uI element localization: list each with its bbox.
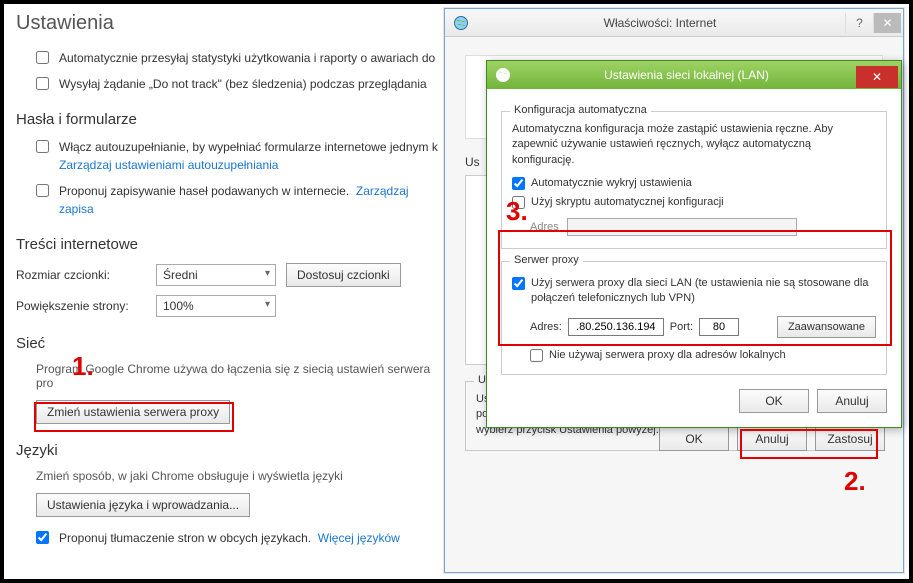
bypass-local-label: Nie używaj serwera proxy dla adresów lok… <box>549 348 786 363</box>
chrome-settings-panel: Ustawienia Automatycznie przesyłaj staty… <box>16 12 446 555</box>
proxy-group-legend: Serwer proxy <box>510 254 583 266</box>
use-script-label: Użyj skryptu automatycznej konfiguracji <box>531 195 724 210</box>
offer-translate-checkbox[interactable] <box>36 531 49 544</box>
script-address-input <box>567 218 797 236</box>
language-settings-button[interactable]: Ustawienia języka i wprowadzania... <box>36 493 250 517</box>
script-address-label: Adres <box>530 221 559 233</box>
close-button[interactable]: ✕ <box>856 66 898 88</box>
ok-button[interactable]: OK <box>659 427 729 451</box>
languages-desc: Zmień sposób, w jaki Chrome obsługuje i … <box>36 469 446 483</box>
change-proxy-button[interactable]: Zmień ustawienia serwera proxy <box>36 400 230 424</box>
globe-icon <box>495 67 511 83</box>
lan-settings-window: Ustawienia sieci lokalnej (LAN) ✕ Konfig… <box>486 60 902 428</box>
use-proxy-label: Użyj serwera proxy dla sieci LAN (te ust… <box>531 276 876 306</box>
page-title: Ustawienia <box>16 12 446 35</box>
cancel-button[interactable]: Anuluj <box>737 427 807 451</box>
page-zoom-label: Powiększenie strony: <box>16 299 146 313</box>
inetprops-title: Właściwości: Internet <box>475 16 845 30</box>
help-button[interactable]: ? <box>845 13 873 33</box>
lan-title: Ustawienia sieci lokalnej (LAN) <box>517 68 856 82</box>
offer-save-label: Proponuj zapisywanie haseł podawanych w … <box>59 182 446 218</box>
annotation-2: 2. <box>844 466 866 497</box>
auto-detect-label: Automatycznie wykryj ustawienia <box>531 176 692 191</box>
proxy-port-input[interactable] <box>699 318 739 336</box>
lan-titlebar[interactable]: Ustawienia sieci lokalnej (LAN) ✕ <box>487 61 901 89</box>
advanced-button[interactable]: Zaawansowane <box>777 316 876 338</box>
font-size-select[interactable]: Średni <box>156 264 276 286</box>
inetprops-titlebar[interactable]: Właściwości: Internet ? ✕ <box>445 9 903 37</box>
ok-button[interactable]: OK <box>739 389 809 413</box>
auto-config-legend: Konfiguracja automatyczna <box>510 104 651 116</box>
use-proxy-checkbox[interactable] <box>512 277 525 290</box>
annotation-1: 1. <box>72 351 94 382</box>
offer-save-checkbox[interactable] <box>36 184 49 197</box>
autofill-checkbox[interactable] <box>36 140 49 153</box>
manage-autofill-link[interactable]: Zarządzaj ustawieniami autouzupełniania <box>59 158 278 172</box>
autofill-label: Włącz autouzupełnianie, by wypełniać for… <box>59 138 446 174</box>
webcontent-header: Treści internetowe <box>16 236 446 253</box>
proxy-address-input[interactable] <box>568 318 664 336</box>
network-header: Sieć <box>16 335 446 352</box>
close-button[interactable]: ✕ <box>873 13 901 33</box>
auto-config-desc: Automatyczna konfiguracja może zastąpić … <box>512 122 876 168</box>
proxy-port-label: Port: <box>670 321 693 333</box>
customize-fonts-button[interactable]: Dostosuj czcionki <box>286 263 401 287</box>
auto-detect-checkbox[interactable] <box>512 177 525 190</box>
apply-button[interactable]: Zastosuj <box>815 427 885 451</box>
globe-icon <box>453 15 469 31</box>
cancel-button[interactable]: Anuluj <box>817 389 887 413</box>
passwords-header: Hasła i formularze <box>16 111 446 128</box>
send-stats-checkbox[interactable] <box>36 51 49 64</box>
offer-translate-label: Proponuj tłumaczenie stron w obcych języ… <box>59 529 446 547</box>
page-zoom-select[interactable]: 100% <box>156 295 276 317</box>
font-size-label: Rozmiar czcionki: <box>16 268 146 282</box>
bypass-local-checkbox[interactable] <box>530 349 543 362</box>
more-languages-link[interactable]: Więcej języków <box>318 531 400 545</box>
dnt-label: Wysyłaj żądanie „Do not track" (bez śled… <box>59 75 446 93</box>
send-stats-label: Automatycznie przesyłaj statystyki użytk… <box>59 49 446 67</box>
annotation-3: 3. <box>506 196 528 227</box>
languages-header: Języki <box>16 442 446 459</box>
proxy-address-label: Adres: <box>530 321 562 333</box>
dnt-checkbox[interactable] <box>36 77 49 90</box>
network-desc: Program Google Chrome używa do łączenia … <box>36 362 446 390</box>
